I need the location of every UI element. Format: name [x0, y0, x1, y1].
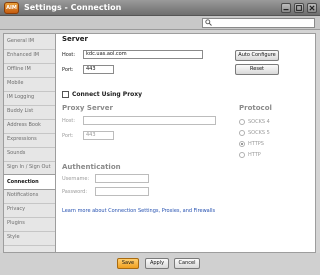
footer-bar: Save Apply Cancel: [0, 253, 320, 275]
close-icon: [309, 5, 315, 11]
close-button[interactable]: [307, 3, 317, 13]
server-host-field[interactable]: kdc.uas.aol.com: [83, 50, 203, 59]
window-title: Settings - Connection: [24, 3, 122, 12]
auto-configure-button[interactable]: Auto Configure: [235, 50, 279, 61]
search-input[interactable]: [202, 18, 315, 28]
radio-button[interactable]: [239, 152, 245, 158]
protocol-option-label: HTTPS: [248, 141, 264, 147]
search-bar: [0, 16, 320, 30]
search-icon: [205, 19, 212, 26]
reset-button[interactable]: Reset: [235, 64, 279, 75]
settings-sidebar: General IM Enhanced IM Offline IM Mobile…: [3, 33, 57, 253]
save-button[interactable]: Save: [117, 258, 139, 269]
protocol-option-label: SOCKS 4: [248, 119, 270, 125]
minimize-icon: [283, 9, 289, 11]
username-field[interactable]: [95, 174, 149, 183]
connect-using-proxy-label: Connect Using Proxy: [72, 91, 143, 98]
username-label: Username:: [62, 176, 90, 182]
password-field[interactable]: [95, 187, 149, 196]
server-host-label: Host:: [62, 52, 76, 58]
protocol-heading: Protocol: [239, 104, 272, 112]
authentication-heading: Authentication: [62, 163, 121, 171]
proxy-port-label: Port:: [62, 133, 74, 139]
aim-logo: AIM: [4, 2, 19, 14]
server-port-label: Port:: [62, 67, 74, 73]
cancel-button[interactable]: Cancel: [174, 258, 200, 269]
title-bar: AIM Settings - Connection: [0, 0, 320, 16]
radio-button-selected[interactable]: [239, 141, 245, 147]
password-label: Password:: [62, 189, 88, 195]
proxy-host-label: Host:: [62, 118, 76, 124]
radio-button[interactable]: [239, 119, 245, 125]
connect-using-proxy-checkbox[interactable]: [62, 91, 69, 98]
server-heading: Server: [62, 35, 89, 43]
connection-settings-panel: Server Host: kdc.uas.aol.com Port: 443 A…: [55, 33, 316, 253]
server-port-field[interactable]: 443: [83, 65, 114, 74]
maximize-button[interactable]: [294, 3, 304, 13]
apply-button[interactable]: Apply: [145, 258, 169, 269]
settings-window: AIM Settings - Connection General IM Enh…: [0, 0, 320, 275]
maximize-icon: [296, 5, 302, 11]
minimize-button[interactable]: [281, 3, 291, 13]
learn-more-link[interactable]: Learn more about Connection Settings, Pr…: [62, 208, 215, 214]
protocol-option-label: HTTP: [248, 152, 261, 158]
protocol-option-label: SOCKS 5: [248, 130, 270, 136]
radio-button[interactable]: [239, 130, 245, 136]
proxy-server-heading: Proxy Server: [62, 104, 113, 112]
sidebar-item-style[interactable]: Style: [4, 230, 55, 246]
proxy-host-field[interactable]: [83, 116, 216, 125]
proxy-port-field[interactable]: 443: [83, 131, 114, 140]
